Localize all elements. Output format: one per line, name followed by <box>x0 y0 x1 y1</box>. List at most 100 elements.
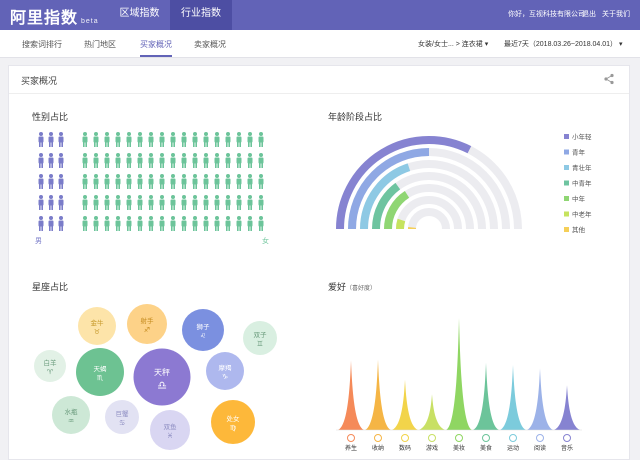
person-body <box>126 157 132 164</box>
person-leg <box>160 163 162 168</box>
age-legend-swatch <box>564 180 569 186</box>
person-head <box>138 216 142 220</box>
female-person-icon <box>203 216 209 231</box>
person-head <box>49 195 53 199</box>
person-head <box>105 216 109 220</box>
person-leg <box>259 205 261 210</box>
person-leg <box>215 205 217 210</box>
person-leg <box>193 163 195 168</box>
constellation-bubble <box>133 348 191 406</box>
hobby-label: 数码 <box>399 444 411 452</box>
person-leg <box>85 205 87 210</box>
female-person-icon <box>247 132 253 147</box>
hobby-spike <box>338 360 364 430</box>
female-person-icon <box>137 132 143 147</box>
hobby-label: 收纳 <box>372 444 384 452</box>
female-person-icon <box>115 216 121 231</box>
person-leg <box>85 226 87 231</box>
person-leg <box>160 226 162 231</box>
person-head <box>248 132 252 136</box>
person-leg <box>49 142 51 147</box>
person-leg <box>248 226 250 231</box>
male-person-icon <box>38 216 44 231</box>
female-person-icon <box>148 174 154 189</box>
person-leg <box>206 142 208 147</box>
person-leg <box>261 163 263 168</box>
female-person-icon <box>225 174 231 189</box>
person-head <box>105 174 109 178</box>
female-person-icon <box>104 132 110 147</box>
person-head <box>204 153 208 157</box>
female-person-icon <box>148 195 154 210</box>
person-body <box>104 199 110 206</box>
male-person-icon <box>48 132 54 147</box>
female-person-icon <box>225 195 231 210</box>
person-leg <box>149 226 151 231</box>
person-head <box>138 195 142 199</box>
person-leg <box>41 142 43 147</box>
person-leg <box>94 205 96 210</box>
person-leg <box>182 184 184 189</box>
constellation-symbol-icon: ♌ <box>200 333 206 340</box>
female-person-icon <box>93 195 99 210</box>
person-body <box>104 157 110 164</box>
person-body <box>126 199 132 206</box>
person-leg <box>184 205 186 210</box>
person-leg <box>239 142 241 147</box>
person-leg <box>162 163 164 168</box>
hobby-label: 运动 <box>507 444 519 452</box>
female-person-icon <box>258 195 264 210</box>
male-person-icon <box>38 195 44 210</box>
person-head <box>259 132 263 136</box>
person-body <box>236 157 242 164</box>
person-leg <box>217 163 219 168</box>
person-head <box>226 132 230 136</box>
person-body <box>192 178 198 185</box>
person-leg <box>217 142 219 147</box>
age-legend-swatch <box>564 149 569 155</box>
person-head <box>149 216 153 220</box>
female-person-icon <box>236 153 242 168</box>
person-leg <box>83 205 85 210</box>
female-person-icon <box>148 132 154 147</box>
female-person-icon <box>137 216 143 231</box>
female-person-icon <box>148 216 154 231</box>
person-leg <box>195 226 197 231</box>
person-leg <box>61 184 63 189</box>
person-body <box>170 199 176 206</box>
person-body <box>48 136 54 143</box>
person-body <box>203 199 209 206</box>
person-leg <box>149 205 151 210</box>
person-leg <box>228 226 230 231</box>
person-head <box>259 195 263 199</box>
person-body <box>181 157 187 164</box>
constellation-label: 摩羯 <box>219 363 233 372</box>
person-leg <box>250 163 252 168</box>
person-leg <box>171 205 173 210</box>
person-leg <box>49 184 51 189</box>
person-body <box>192 136 198 143</box>
person-leg <box>184 226 186 231</box>
constellation-label: 射手 <box>141 316 155 325</box>
person-body <box>93 199 99 206</box>
male-person-icon <box>38 132 44 147</box>
person-leg <box>116 226 118 231</box>
person-body <box>38 220 44 227</box>
person-leg <box>193 184 195 189</box>
person-leg <box>261 205 263 210</box>
person-leg <box>94 142 96 147</box>
person-leg <box>151 205 153 210</box>
person-leg <box>61 205 63 210</box>
person-head <box>193 132 197 136</box>
person-leg <box>151 163 153 168</box>
hobby-icon <box>536 434 544 442</box>
age-legend-swatch <box>564 211 569 217</box>
person-leg <box>129 142 131 147</box>
person-body <box>258 178 264 185</box>
female-person-icon <box>159 174 165 189</box>
person-head <box>149 174 153 178</box>
person-head <box>193 195 197 199</box>
person-head <box>83 216 87 220</box>
person-body <box>137 136 143 143</box>
person-leg <box>105 205 107 210</box>
